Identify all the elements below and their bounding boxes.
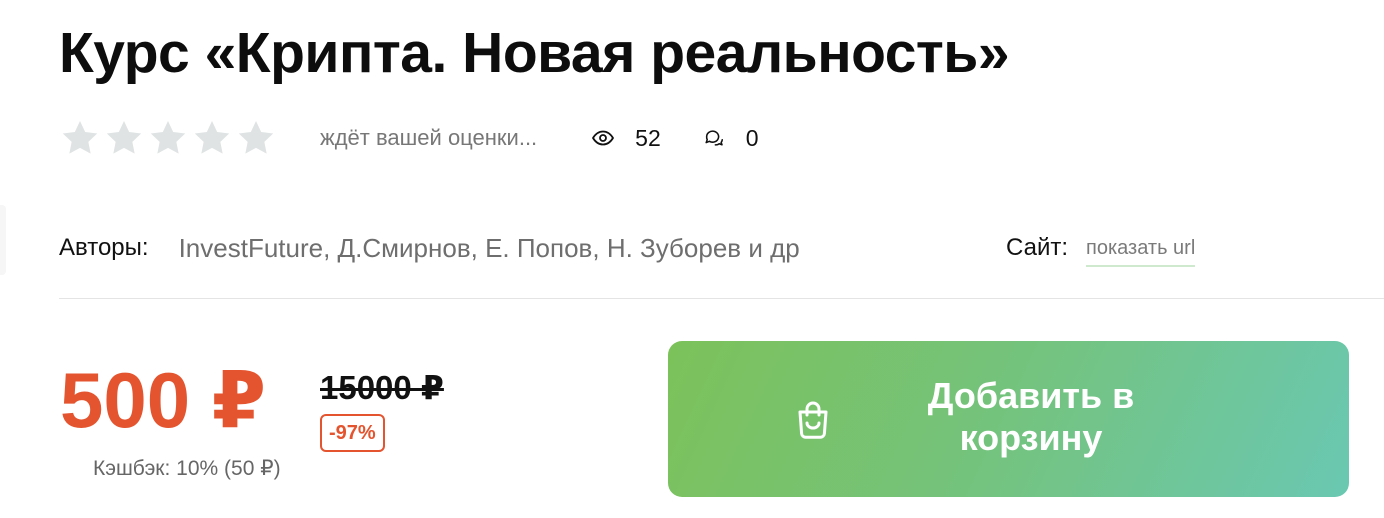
meta-row: ждёт вашей оценки... 52 0 xyxy=(60,116,759,160)
left-edge-handle xyxy=(0,205,6,275)
star-icon[interactable] xyxy=(236,118,276,158)
old-price: 15000 ₽ xyxy=(320,369,444,406)
star-icon[interactable] xyxy=(192,118,232,158)
authors-value: InvestFuture, Д.Смирнов, Е. Попов, Н. Зу… xyxy=(178,232,800,263)
current-price: 500 ₽ xyxy=(60,356,267,444)
star-icon[interactable] xyxy=(104,118,144,158)
site-label: Сайт: xyxy=(1006,234,1069,261)
site-row: Сайт: показать url xyxy=(1006,228,1196,268)
shopping-bag-icon xyxy=(798,401,828,439)
comments-count: 0 xyxy=(745,124,759,151)
star-icon[interactable] xyxy=(148,118,188,158)
eye-icon xyxy=(592,130,615,146)
authors-label: Авторы: xyxy=(59,234,149,261)
comments-counter[interactable]: 0 xyxy=(703,125,759,152)
divider xyxy=(59,298,1384,299)
add-to-cart-button[interactable]: Добавить в корзину xyxy=(668,341,1349,497)
rating-status-text: ждёт вашей оценки... xyxy=(320,125,538,150)
show-url-link[interactable]: показать url xyxy=(1086,237,1196,267)
cashback-text: Кэшбэк: 10% (50 ₽) xyxy=(93,457,281,480)
views-count: 52 xyxy=(635,124,661,151)
authors-row: Авторы: InvestFuture, Д.Смирнов, Е. Попо… xyxy=(59,228,800,268)
views-counter: 52 xyxy=(591,125,661,152)
page-title: Курс «Крипта. Новая реальность» xyxy=(59,21,1010,85)
comment-bubbles-icon xyxy=(705,130,723,146)
add-to-cart-label: Добавить в корзину xyxy=(927,375,1135,458)
discount-badge: -97% xyxy=(320,414,385,452)
rating-stars[interactable] xyxy=(60,118,276,158)
product-page: Курс «Крипта. Новая реальность» ждёт ваш… xyxy=(0,0,1384,518)
star-icon[interactable] xyxy=(60,118,100,158)
